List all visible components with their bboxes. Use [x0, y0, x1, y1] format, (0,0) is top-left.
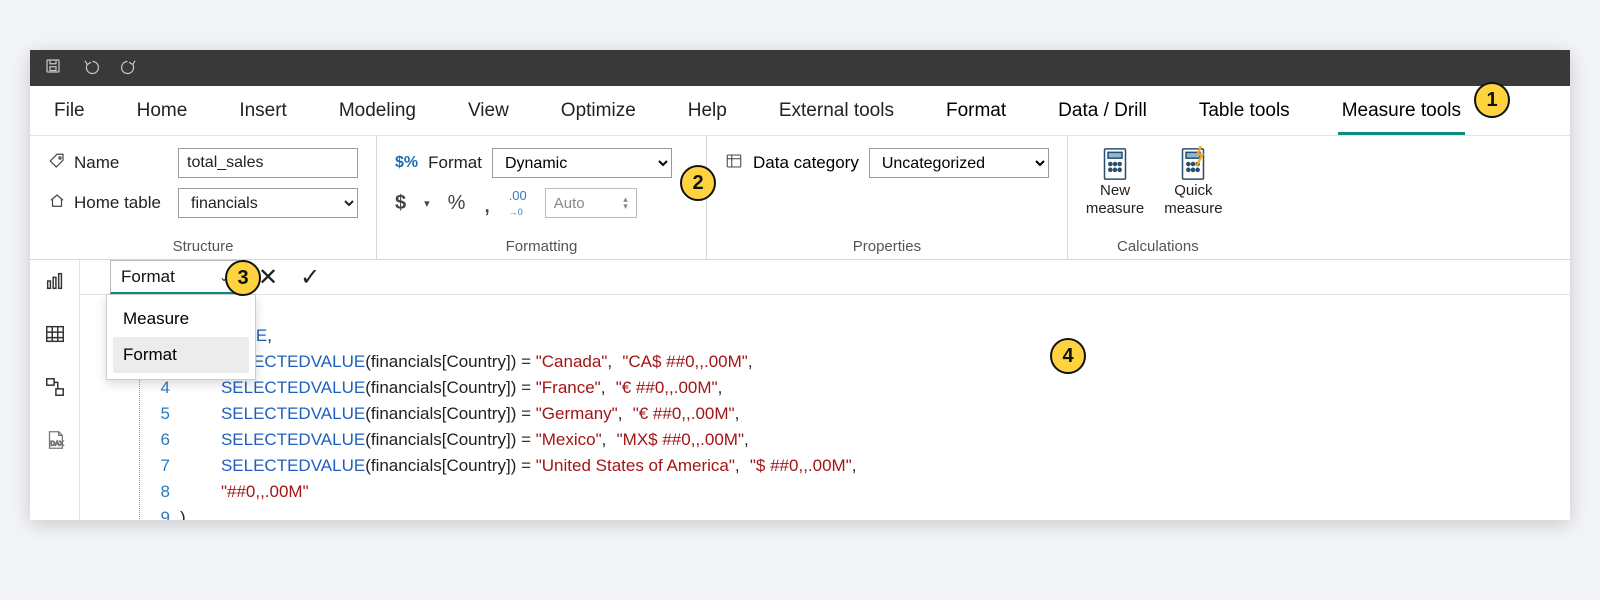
auto-placeholder-text: Auto: [554, 195, 585, 212]
home-icon: [48, 192, 66, 215]
callout-badge-1: 1: [1474, 82, 1510, 118]
decimals-auto-input[interactable]: Auto ▴▾: [545, 188, 637, 218]
app-window: File Home Insert Modeling View Optimize …: [30, 50, 1570, 520]
tab-measure-tools[interactable]: Measure tools: [1338, 86, 1465, 135]
ribbon-group-calculations: Newmeasure Quickmeasure Calculations: [1068, 136, 1248, 259]
tab-home[interactable]: Home: [133, 86, 192, 135]
tab-view[interactable]: View: [464, 86, 513, 135]
work-area: DAX Format ⌄ Measure Format ✕ ✓: [30, 260, 1570, 520]
format-dropdown-menu: Measure Format: [106, 294, 256, 380]
format-option-format[interactable]: Format: [113, 337, 249, 373]
dax-code[interactable]: SWITCH( TRUE, SELECTEDVALUE(financials[C…: [170, 295, 1570, 520]
thousands-button[interactable]: ,: [483, 198, 490, 208]
stepper-icon[interactable]: ▴▾: [623, 196, 628, 210]
currency-button[interactable]: $: [395, 192, 406, 215]
format-option-measure[interactable]: Measure: [113, 301, 249, 337]
ribbon-group-properties: Data category Uncategorized Properties: [707, 136, 1068, 259]
new-measure-label-1: New: [1100, 182, 1130, 199]
data-category-label: Data category: [753, 153, 859, 173]
format-label: Format: [428, 153, 482, 173]
dax-view-icon[interactable]: DAX: [44, 429, 66, 456]
formula-header: Format ⌄ Measure Format ✕ ✓: [80, 260, 1570, 294]
calculator-icon: [1101, 146, 1129, 182]
model-view-icon[interactable]: [44, 376, 66, 403]
callout-badge-2: 2: [680, 165, 716, 201]
data-category-select[interactable]: Uncategorized: [869, 148, 1049, 178]
currency-dropdown-icon[interactable]: ▾: [424, 197, 430, 210]
percent-button[interactable]: %: [448, 192, 466, 215]
format-dollar-percent-icon: $%: [395, 154, 418, 172]
tab-file[interactable]: File: [50, 86, 89, 135]
ribbon-group-formatting: $% Format Dynamic $ ▾ % , .00→0 Auto: [377, 136, 707, 259]
ribbon: Name Home table financials: [30, 136, 1570, 260]
home-table-select[interactable]: financials: [178, 188, 358, 218]
name-label: Name: [74, 153, 119, 173]
home-table-row: Home table financials: [48, 188, 358, 218]
format-dropdown-button[interactable]: Format ⌄: [110, 260, 240, 294]
tag-icon: [48, 152, 66, 175]
data-category-icon: [725, 152, 743, 175]
quick-measure-label-2: measure: [1164, 200, 1222, 217]
tab-help[interactable]: Help: [684, 86, 731, 135]
tab-modeling[interactable]: Modeling: [335, 86, 420, 135]
tab-external-tools[interactable]: External tools: [775, 86, 898, 135]
group-caption-formatting: Formatting: [395, 236, 688, 255]
quick-measure-label-1: Quick: [1174, 182, 1212, 199]
callout-badge-4: 4: [1050, 338, 1086, 374]
measure-name-row: Name: [48, 148, 358, 178]
decimals-button[interactable]: .00→0: [509, 188, 527, 218]
tab-format[interactable]: Format: [942, 86, 1010, 135]
tab-table-tools[interactable]: Table tools: [1195, 86, 1294, 135]
undo-icon[interactable]: [82, 57, 100, 80]
ribbon-tabs: File Home Insert Modeling View Optimize …: [30, 86, 1570, 136]
formula-area: Format ⌄ Measure Format ✕ ✓ 1 2 3: [80, 260, 1570, 520]
tab-data-drill[interactable]: Data / Drill: [1054, 86, 1151, 135]
redo-icon[interactable]: [120, 57, 138, 80]
commit-formula-icon[interactable]: ✓: [296, 263, 324, 292]
format-dropdown-label: Format: [121, 267, 175, 287]
svg-text:DAX: DAX: [50, 441, 64, 448]
tab-optimize[interactable]: Optimize: [557, 86, 640, 135]
home-table-label: Home table: [74, 193, 161, 213]
report-view-icon[interactable]: [44, 270, 66, 297]
dax-editor[interactable]: 1 2 3 4 5 6 7 8 9 SWITCH( TRUE, SELECTED…: [80, 294, 1570, 520]
tab-insert[interactable]: Insert: [235, 86, 291, 135]
group-caption-structure: Structure: [48, 236, 358, 255]
save-icon[interactable]: [44, 57, 62, 80]
quick-access-toolbar: [30, 50, 1570, 86]
new-measure-label-2: measure: [1086, 200, 1144, 217]
measure-name-input[interactable]: [178, 148, 358, 178]
callout-badge-3: 3: [225, 260, 261, 296]
format-expression-dropdown: Format ⌄ Measure Format: [110, 260, 240, 294]
format-select[interactable]: Dynamic: [492, 148, 672, 178]
group-caption-calculations: Calculations: [1086, 236, 1230, 255]
new-measure-button[interactable]: Newmeasure: [1086, 146, 1144, 218]
group-caption-properties: Properties: [725, 236, 1049, 255]
view-rail: DAX: [30, 260, 80, 520]
calculator-quick-icon: [1179, 146, 1207, 182]
ribbon-group-structure: Name Home table financials: [30, 136, 377, 259]
data-view-icon[interactable]: [44, 323, 66, 350]
quick-measure-button[interactable]: Quickmeasure: [1164, 146, 1222, 218]
